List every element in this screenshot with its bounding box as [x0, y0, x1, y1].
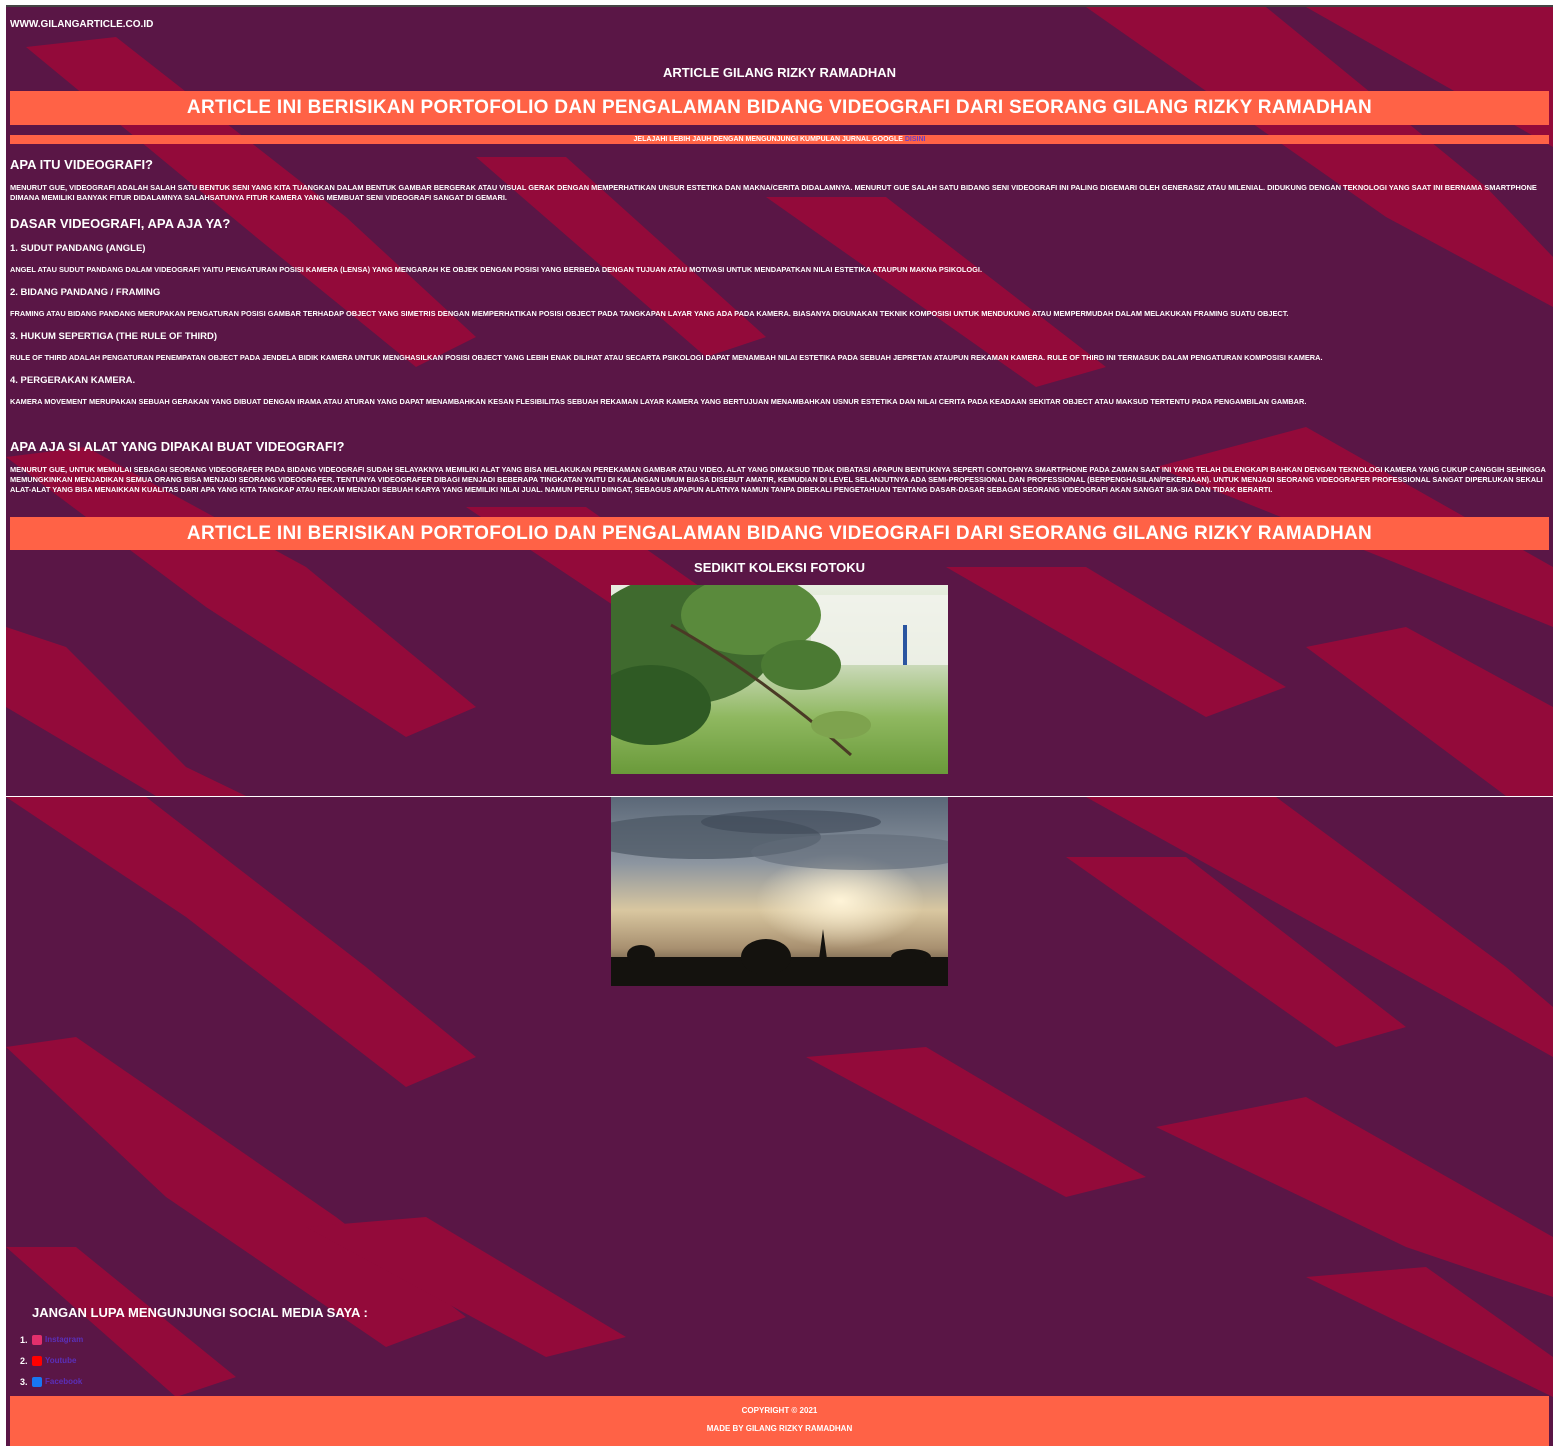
basics-item-4-body: Kamera movement merupakan sebuah gerakan…: [10, 397, 1307, 406]
section-heading-what-is: Apa Itu Videografi?: [10, 157, 153, 172]
section-heading-tools: Apa Aja Si Alat yang dipakai Buat Videog…: [10, 439, 345, 454]
social-item-youtube: 2. Youtube: [20, 1350, 83, 1371]
social-item-facebook: 3. Facebook: [20, 1371, 83, 1392]
explore-link[interactable]: DISINI: [905, 136, 926, 143]
footer-copyright: Copyright © 2021: [741, 1406, 818, 1415]
youtube-icon[interactable]: [32, 1355, 42, 1366]
facebook-icon[interactable]: [32, 1376, 42, 1387]
basics-item-1-body: Angel atau sudut pandang dalam videograf…: [10, 265, 983, 274]
page-viewport-top: www.gilangarticle.co.id Article Gilang R…: [6, 5, 1553, 796]
social-list: 1. Instagram 2. Youtube 3. Facebook: [20, 1329, 83, 1392]
instagram-link[interactable]: Instagram: [45, 1335, 83, 1344]
youtube-link[interactable]: Youtube: [45, 1356, 76, 1365]
footer: Copyright © 2021 Made By Gilang Rizky Ra…: [10, 1396, 1549, 1446]
photo-leaves: [611, 585, 948, 774]
social-item-number: 2.: [20, 1355, 28, 1366]
social-title: Jangan Lupa Mengunjungi Social Media Say…: [32, 1305, 368, 1320]
basics-item-4-title: 4. Pergerakan Kamera.: [10, 375, 136, 386]
article-title: Article Gilang Rizky Ramadhan: [662, 65, 897, 80]
photo-sunset: [611, 797, 948, 986]
bottom-banner: Article Ini Berisikan Portofolio dan Pen…: [10, 517, 1549, 550]
section-heading-basics: Dasar Videografi, Apa Aja Ya?: [10, 216, 231, 231]
basics-item-1-title: 1. Sudut Pandang (Angle): [10, 243, 146, 254]
social-item-instagram: 1. Instagram: [20, 1329, 83, 1350]
explore-bar: Jelajahi lebih jauh dengan mengunjungi k…: [10, 135, 1549, 144]
top-banner: Article Ini Berisikan Portofolio dan Pen…: [10, 91, 1549, 125]
social-item-number: 1.: [20, 1334, 28, 1345]
social-item-number: 3.: [20, 1376, 28, 1387]
basics-item-3-title: 3. Hukum Sepertiga (The Rule of Third): [10, 331, 218, 342]
facebook-link[interactable]: Facebook: [45, 1377, 82, 1386]
explore-text: Jelajahi lebih jauh dengan mengunjungi k…: [633, 136, 903, 143]
basics-item-3-body: Rule of third adalah pengaturan penempat…: [10, 353, 1323, 362]
basics-item-2-body: Framing atau bidang pandang merupakan pe…: [10, 309, 1289, 318]
section-body-what-is: Menurut gue, videografi adalah salah sat…: [10, 183, 1537, 202]
basics-item-2-title: 2. Bidang Pandang / Framing: [10, 287, 161, 298]
footer-made-by: Made By Gilang Rizky Ramadhan: [706, 1424, 853, 1433]
site-url: www.gilangarticle.co.id: [10, 19, 154, 30]
section-body-tools: Menurut gue, untuk memulai sebagai seora…: [10, 465, 1546, 494]
gallery-title: Sedikit Koleksi FotoKu: [694, 560, 865, 575]
page-viewport-bottom: Jangan Lupa Mengunjungi Social Media Say…: [6, 797, 1553, 1446]
instagram-icon[interactable]: [32, 1334, 42, 1345]
